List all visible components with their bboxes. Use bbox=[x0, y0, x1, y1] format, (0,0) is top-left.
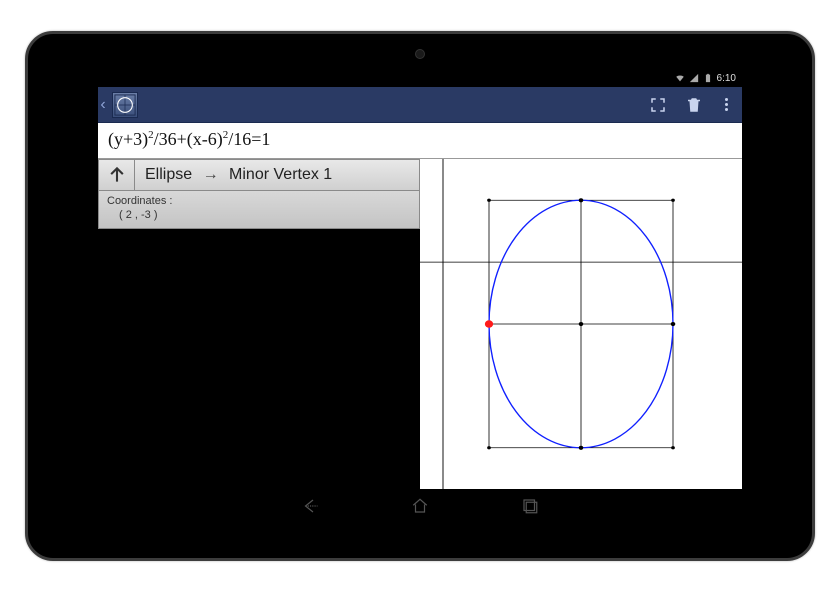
bbox-handle bbox=[671, 199, 675, 202]
selected-point bbox=[485, 320, 493, 327]
nav-up-caret[interactable]: ‹ bbox=[98, 87, 108, 122]
graph-canvas[interactable] bbox=[420, 159, 742, 489]
main-area: Ellipse → Minor Vertex 1 Coordinates : (… bbox=[98, 159, 742, 489]
delete-icon[interactable] bbox=[685, 96, 703, 114]
up-arrow-icon bbox=[107, 165, 127, 185]
properties-panel: Ellipse → Minor Vertex 1 Coordinates : (… bbox=[98, 159, 420, 489]
battery-icon bbox=[703, 73, 713, 83]
signal-icon bbox=[689, 73, 699, 83]
screen: 6:10 ‹ bbox=[98, 69, 742, 523]
equation-text-part1: (y+3) bbox=[108, 129, 148, 149]
major-vertex-bottom bbox=[579, 446, 584, 450]
front-camera bbox=[415, 49, 425, 59]
arrow-right-icon: → bbox=[197, 166, 225, 183]
bbox-handle bbox=[487, 446, 491, 449]
property-value: ( 2 , -3 ) bbox=[107, 208, 411, 222]
center-point bbox=[579, 322, 584, 326]
wifi-icon bbox=[675, 73, 685, 83]
bbox-handle bbox=[671, 446, 675, 449]
system-nav-bar bbox=[98, 489, 742, 523]
app-icon-button[interactable] bbox=[108, 87, 144, 122]
equation-input[interactable]: (y+3)2/36+(x-6)2/16=1 bbox=[98, 123, 742, 159]
app-icon bbox=[112, 92, 138, 118]
minor-vertex-right bbox=[671, 322, 676, 326]
status-time: 6:10 bbox=[717, 73, 736, 84]
equation-text-part2: /36+(x-6) bbox=[154, 129, 223, 149]
recent-apps-icon[interactable] bbox=[520, 497, 540, 515]
breadcrumb-shape: Ellipse bbox=[145, 166, 192, 183]
tablet-device-frame: 6:10 ‹ bbox=[25, 31, 815, 561]
breadcrumb-item: Minor Vertex 1 bbox=[229, 166, 332, 183]
status-bar: 6:10 bbox=[98, 69, 742, 87]
home-icon[interactable] bbox=[410, 497, 430, 515]
back-icon[interactable] bbox=[300, 497, 320, 515]
major-vertex-top bbox=[579, 198, 584, 202]
action-bar: ‹ bbox=[98, 87, 742, 123]
bbox-handle bbox=[487, 199, 491, 202]
breadcrumb: Ellipse → Minor Vertex 1 bbox=[98, 159, 420, 191]
breadcrumb-path[interactable]: Ellipse → Minor Vertex 1 bbox=[135, 160, 419, 190]
overflow-menu-icon[interactable] bbox=[721, 94, 732, 115]
property-row[interactable]: Coordinates : ( 2 , -3 ) bbox=[98, 191, 420, 229]
property-label: Coordinates : bbox=[107, 194, 411, 208]
equation-text-part3: /16=1 bbox=[228, 129, 270, 149]
up-button[interactable] bbox=[99, 160, 135, 190]
fullscreen-icon[interactable] bbox=[649, 96, 667, 114]
